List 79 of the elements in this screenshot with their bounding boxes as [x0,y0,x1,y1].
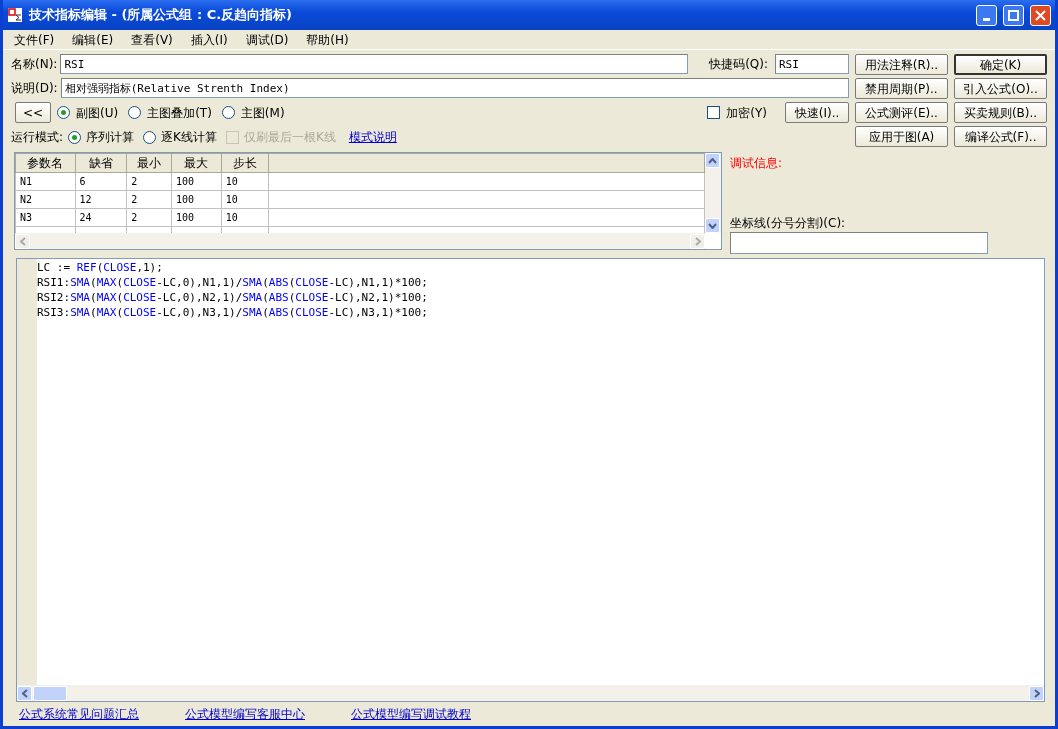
table-cell: 12 [75,190,127,209]
table-cell: 10 [221,208,269,227]
app-icon [7,7,23,23]
radio-button[interactable] [57,106,70,119]
run-mode-label: 运行模式: [11,129,64,146]
dialog-button[interactable]: 禁用周期(P).. [855,78,948,99]
menu-item[interactable]: 调试(D) [240,30,294,49]
table-cell: N1 [15,172,76,191]
dialog-button[interactable]: 用法注释(R).. [855,54,948,75]
shortcut-field[interactable]: RSI [775,54,849,74]
window-title: 技术指标编辑 - (所属公式组 : C.反趋向指标) [29,6,294,25]
shortcut-label: 快捷码(Q): [709,56,768,73]
close-button[interactable] [1030,4,1051,26]
encrypt-checkbox[interactable] [707,106,721,119]
menu-item[interactable]: 插入(I) [185,30,233,49]
menu-item[interactable]: 编辑(E) [67,30,119,49]
maximize-icon [1008,9,1019,21]
description-label: 说明(D): [11,80,58,97]
menu-item[interactable]: 帮助(H) [301,30,354,49]
debug-info-label: 调试信息: [730,155,784,172]
column-header[interactable]: 最大 [171,153,222,173]
help-link[interactable]: 公式系统常见问题汇总 [19,705,139,723]
minimize-button[interactable] [976,4,997,26]
table-cell: N2 [15,190,76,209]
menu-item[interactable]: 文件(F) [9,30,60,49]
table-cell: 100 [171,208,222,227]
menu-item[interactable]: 查看(V) [126,30,178,49]
axis-line-field[interactable] [730,232,988,254]
radio-button[interactable] [221,106,235,119]
table-cell: 10 [221,172,269,191]
description-field[interactable]: 相对强弱指标(Relative Strenth Index) [60,78,849,98]
dialog-button[interactable]: 确定(K) [954,54,1047,75]
radio-label: 逐K线计算 [161,129,217,146]
horizontal-scrollbar[interactable] [15,233,705,249]
code-editor[interactable]: LC := REF(CLOSE,1); RSI1:SMA(MAX(CLOSE-LC,0),N1,1)/SMA(ABS(CLOSE-LC),N1,1)*100; RSI2:SMA(MAX(CLOSE-LC,0),N2,1)/SMA(ABS(CLOSE-LC),N2,1)*100; RSI3:SMA(MAX(CLOSE-LC,0),N3,1)/SMA(ABS(CLOSE-LC),N3,1)*100; [16,258,1045,702]
dialog-button[interactable]: 买卖规则(B).. [954,102,1047,123]
close-icon [1035,9,1046,21]
radio-label: 副图(U) [76,104,119,122]
radio-label: 序列计算 [86,129,135,146]
column-header[interactable]: 参数名 [15,153,76,173]
code-line: LC := REF(CLOSE,1); [37,260,164,275]
column-header[interactable]: 最小 [126,153,172,173]
table-cell: N3 [15,208,76,227]
code-line: RSI2:SMA(MAX(CLOSE-LC,0),N2,1)/SMA(ABS(CLOSE-LC),N2,1)*100; [37,290,428,305]
table-cell: 100 [171,190,222,209]
column-header[interactable]: 步长 [221,153,269,173]
radio-button[interactable] [143,130,157,144]
table-cell: 100 [171,172,222,191]
dialog-button[interactable]: 引入公式(O).. [954,78,1047,99]
table-cell: 2 [126,172,172,191]
radio-label: 主图(M) [240,104,285,122]
vertical-scrollbar[interactable] [705,153,721,233]
collapse-button[interactable]: << [15,102,51,123]
table-cell: 2 [126,190,172,209]
table-cell: 6 [75,172,127,191]
code-line: RSI1:SMA(MAX(CLOSE-LC,0),N1,1)/SMA(ABS(CLOSE-LC),N1,1)*100; [37,275,428,290]
radio-button[interactable] [128,106,142,119]
name-field[interactable]: RSI [60,54,689,74]
help-link[interactable]: 公式模型编写调试教程 [351,705,471,723]
help-link[interactable]: 公式模型编写客服中心 [185,705,305,723]
dialog-button[interactable]: 编译公式(F).. [954,126,1047,147]
table-cell: 2 [126,208,172,227]
radio-button[interactable] [68,130,82,144]
name-label: 名称(N): [11,56,58,73]
mode-help-link[interactable]: 模式说明 [348,128,397,146]
minimize-icon [983,17,990,21]
encrypt-label: 加密(Y) [726,104,767,122]
table-cell: 24 [75,208,127,227]
column-header[interactable]: 缺省 [75,153,127,173]
dialog-button[interactable]: 公式测评(E).. [855,102,948,123]
quick-button[interactable]: 快速(I).. [785,102,849,123]
dialog-button[interactable]: 应用于图(A) [855,126,948,147]
radio-label: 主图叠加(T) [147,104,212,122]
axis-line-label: 坐标线(分号分割)(C): [730,215,847,232]
code-line: RSI3:SMA(MAX(CLOSE-LC,0),N3,1)/SMA(ABS(CLOSE-LC),N3,1)*100; [37,305,428,320]
table-cell: 10 [221,190,269,209]
maximize-button[interactable] [1003,4,1024,26]
scroll-thumb[interactable] [33,685,67,701]
horizontal-scrollbar[interactable] [17,685,1044,701]
